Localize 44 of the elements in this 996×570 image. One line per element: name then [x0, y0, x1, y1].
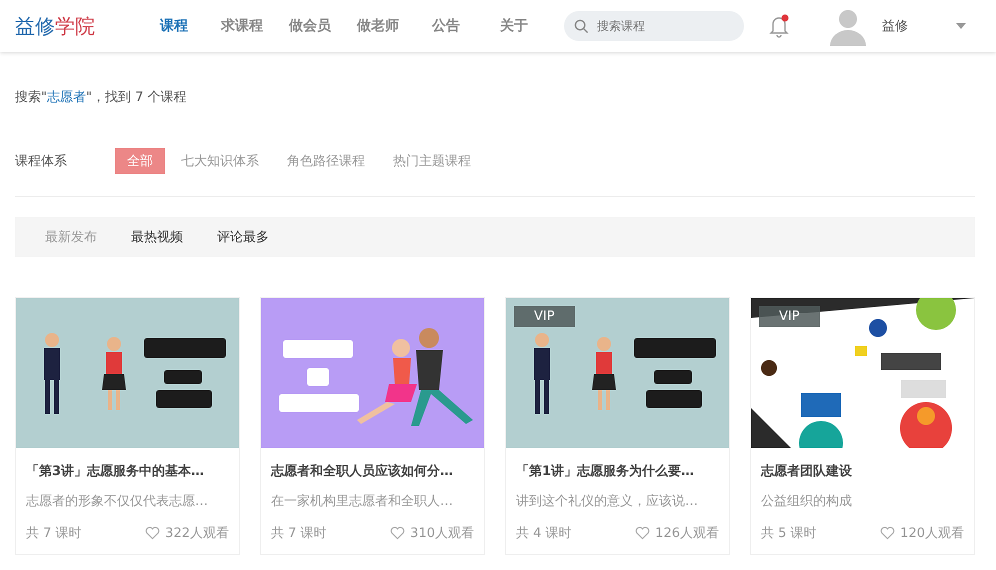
- sort-tab[interactable]: 最热视频: [131, 228, 183, 246]
- lesson-count: 共 7 课时: [271, 525, 328, 542]
- course-card[interactable]: VIP 志愿者团队建设 公益组织的构成 共 5 课时 120人观看: [750, 297, 975, 555]
- course-card[interactable]: 志愿者和全职人员应该如何分… 在一家机构里志愿者和全职人… 共 7 课时 310人观看: [260, 297, 485, 555]
- lesson-count: 共 7 课时: [26, 525, 83, 542]
- heart-icon: [880, 526, 896, 540]
- vip-badge: VIP: [514, 306, 575, 327]
- caret-icon[interactable]: [956, 23, 966, 29]
- lesson-count: 共 4 课时: [516, 525, 573, 542]
- nav-link[interactable]: 做会员: [276, 17, 344, 35]
- heart-icon: [390, 526, 406, 540]
- view-count: 322人观看: [165, 525, 229, 542]
- course-description: 在一家机构里志愿者和全职人…: [271, 493, 454, 510]
- course-title[interactable]: 志愿者团队建设: [761, 462, 964, 480]
- category-tab[interactable]: 热门主题课程: [381, 148, 483, 174]
- course-description: 志愿者的形象不仅仅代表志愿…: [26, 493, 209, 510]
- search-field[interactable]: 搜索课程: [564, 11, 744, 41]
- course-card[interactable]: VIP 「第1讲」志愿服务为什么要… 讲到这个礼仪的意义，应该说… 共 4 课时 126人观看: [505, 297, 730, 555]
- vip-badge: VIP: [759, 306, 820, 327]
- logo-text[interactable]: 益修: [15, 12, 55, 40]
- view-count: 126人观看: [655, 525, 719, 542]
- nav-link[interactable]: 公告: [412, 17, 480, 35]
- course-card[interactable]: 「第3讲」志愿服务中的基本… 志愿者的形象不仅仅代表志愿… 共 7 课时 322人观看: [15, 297, 240, 555]
- category-tab[interactable]: 七大知识体系: [169, 148, 271, 174]
- logo-text[interactable]: 学院: [55, 12, 95, 40]
- course-description: 公益组织的构成: [761, 493, 853, 510]
- sort-tab[interactable]: 评论最多: [217, 228, 269, 246]
- nav-link[interactable]: 关于: [480, 17, 548, 35]
- nav-link[interactable]: 求课程: [208, 17, 276, 35]
- heart-icon: [145, 526, 160, 540]
- lesson-count: 共 5 课时: [761, 525, 818, 542]
- search-result-text: 搜索"志愿者"，找到 7 个课程: [15, 89, 188, 106]
- course-title[interactable]: 「第1讲」志愿服务为什么要…: [516, 462, 719, 480]
- heart-icon: [635, 526, 650, 540]
- nav-link[interactable]: 做老师: [344, 17, 412, 35]
- course-title[interactable]: 志愿者和全职人员应该如何分…: [271, 462, 474, 480]
- view-count: 120人观看: [900, 525, 964, 542]
- nav-link[interactable]: 课程: [140, 17, 208, 35]
- view-count: 310人观看: [410, 525, 474, 542]
- filter-label: 课程体系: [15, 153, 68, 170]
- course-description: 讲到这个礼仪的意义，应该说…: [516, 493, 699, 510]
- category-tab[interactable]: 角色路径课程: [275, 148, 377, 174]
- course-title[interactable]: 「第3讲」志愿服务中的基本…: [26, 462, 229, 480]
- user-name[interactable]: 益修: [882, 17, 908, 35]
